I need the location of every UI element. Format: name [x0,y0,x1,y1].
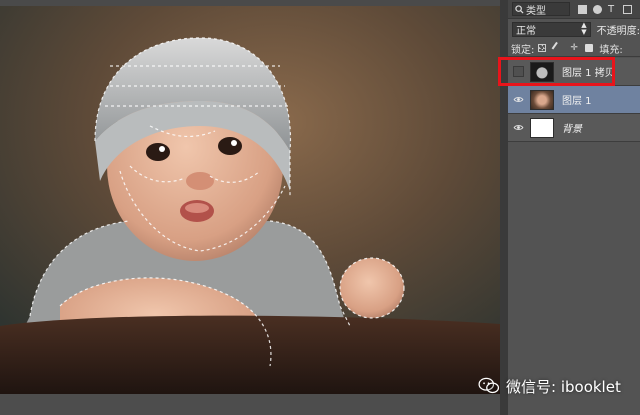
layer-name: 图层 1 [562,96,592,107]
visibility-toggle[interactable] [510,96,526,103]
photo-baby[interactable] [0,6,500,394]
canvas-bottom-strip [0,394,500,415]
visibility-toggle[interactable] [510,124,526,131]
filter-kind-select[interactable]: 类型 [512,2,570,17]
opacity-label: 不透明度: [596,25,640,37]
blend-mode-value: 正常 [516,25,536,37]
wechat-icon [478,377,500,394]
eye-icon [513,97,523,102]
layer-filter-row: 类型 T [508,0,640,19]
filter-type-icon[interactable]: T [608,4,617,14]
brush-icon[interactable] [551,41,565,55]
eye-icon [513,125,523,130]
lock-row: 锁定: ✛ 填充: [508,40,640,57]
layer-row-background[interactable]: 背景 [508,114,640,142]
lock-icon[interactable] [585,44,594,52]
filter-pixel-icon[interactable] [578,4,587,14]
filter-kind-label: 类型 [526,5,546,17]
watermark-text: 微信号: ibooklet [506,377,621,396]
filter-adjustment-icon[interactable] [593,4,602,14]
move-icon[interactable]: ✛ [570,44,578,53]
blend-mode-select[interactable]: 正常 ▲ ▼ [512,21,591,37]
checkerboard-icon[interactable] [538,44,547,52]
filter-shape-icon[interactable] [623,4,632,14]
watermark: 微信号: ibooklet [478,374,621,398]
layer-thumbnail [530,117,554,138]
fill-label: 填充: [599,44,623,56]
lock-label: 锁定: [511,44,535,56]
layer-row-layer1[interactable]: 图层 1 [508,86,640,114]
document-canvas[interactable] [0,0,500,415]
blend-row: 正常 ▲ ▼ 不透明度: [508,19,640,39]
chevron-updown-icon: ▲ ▼ [581,21,587,36]
search-icon [515,4,524,14]
annotation-highlight-box [498,57,615,86]
photo-image [0,6,500,394]
layer-thumbnail [530,89,554,110]
layer-name: 背景 [562,124,582,135]
